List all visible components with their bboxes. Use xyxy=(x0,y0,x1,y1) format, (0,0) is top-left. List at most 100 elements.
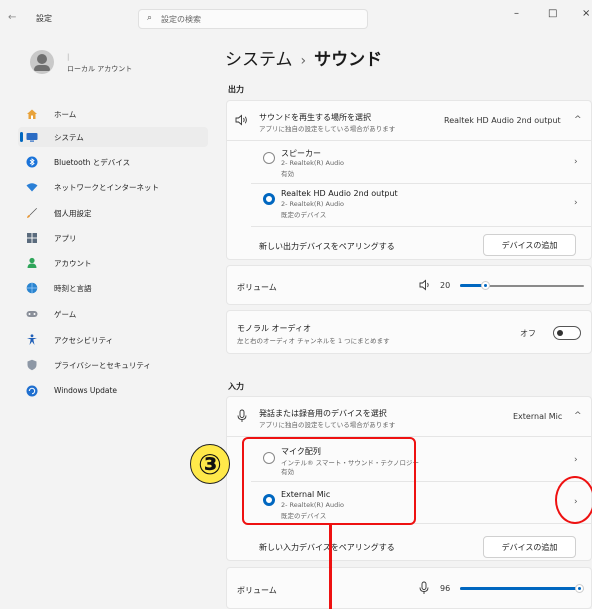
input-section-label: 入力 xyxy=(228,382,244,391)
mono-audio-state: オフ xyxy=(520,329,536,338)
pair-input-label: 新しい入力デバイスをペアリングする xyxy=(259,543,395,552)
profile-name: ローカル アカウント xyxy=(67,65,133,73)
maximize-button[interactable]: □ xyxy=(548,8,557,19)
search-placeholder[interactable]: 設定の検索 xyxy=(161,14,201,25)
mono-audio-card: モノラル オーディオ 左と右のオーディオ チャンネルを 1 つにまとめます オフ xyxy=(226,310,592,354)
sidebar-item-label: アプリ xyxy=(54,234,77,243)
account-icon xyxy=(26,257,38,269)
sidebar-item-bluetooth[interactable]: Bluetooth とデバイス xyxy=(18,152,208,172)
shield-icon xyxy=(26,359,38,371)
mono-audio-title: モノラル オーディオ xyxy=(237,324,311,333)
breadcrumb-separator: › xyxy=(300,53,307,69)
add-input-device-button[interactable]: デバイスの追加 xyxy=(483,536,576,558)
volume-label: ボリューム xyxy=(237,283,277,292)
output-selected-device: Realtek HD Audio 2nd output xyxy=(444,116,561,125)
page-title: サウンド xyxy=(314,50,383,70)
back-arrow-icon[interactable]: ← xyxy=(8,12,16,23)
output-section-label: 出力 xyxy=(228,85,244,94)
sidebar-item-label: プライバシーとセキュリティ xyxy=(54,361,151,370)
input-selected-device: External Mic xyxy=(513,412,563,421)
device-name: Realtek HD Audio 2nd output xyxy=(281,189,398,198)
sidebar-item-label: Windows Update xyxy=(54,386,118,395)
sidebar-item-system[interactable]: システム xyxy=(18,127,208,147)
search-icon: ⌕ xyxy=(147,13,153,23)
output-select-subtitle: アプリに独自の設定をしている場合があります xyxy=(259,125,396,133)
input-volume-thumb[interactable] xyxy=(575,584,584,593)
radio-button[interactable] xyxy=(263,152,275,164)
device-status: 有効 xyxy=(281,170,294,178)
sidebar-item-apps[interactable]: アプリ xyxy=(18,228,208,248)
search-box[interactable]: ⌕ 設定の検索 xyxy=(138,9,368,29)
device-driver: 2- Realtek(R) Audio xyxy=(281,200,345,208)
brush-icon xyxy=(26,207,38,219)
input-select-title: 発話または録音用のデバイスを選択 xyxy=(259,409,387,418)
chevron-right-icon[interactable]: › xyxy=(574,157,578,167)
device-driver: 2- Realtek(R) Audio xyxy=(281,159,345,167)
close-button[interactable]: × xyxy=(582,8,590,19)
home-icon xyxy=(26,108,38,120)
radio-button-selected[interactable] xyxy=(263,193,275,205)
device-name: スピーカー xyxy=(281,149,321,158)
mono-audio-subtitle: 左と右のオーディオ チャンネルを 1 つにまとめます xyxy=(237,337,390,345)
breadcrumb-parent[interactable]: システム xyxy=(225,50,293,70)
sidebar-item-label: システム xyxy=(54,133,84,142)
sidebar-item-label: ネットワークとインターネット xyxy=(54,183,159,192)
output-select-title: サウンドを再生する場所を選択 xyxy=(259,113,371,122)
add-output-device-button[interactable]: デバイスの追加 xyxy=(483,234,576,256)
output-volume-card: ボリューム 20 xyxy=(226,265,592,305)
output-volume-thumb[interactable] xyxy=(481,281,490,290)
output-volume-value: 20 xyxy=(440,281,451,290)
sidebar-item-label: ホーム xyxy=(54,110,77,119)
sidebar-item-privacy[interactable]: プライバシーとセキュリティ xyxy=(18,355,208,375)
device-status: 既定のデバイス xyxy=(281,211,327,219)
sidebar-item-accounts[interactable]: アカウント xyxy=(18,253,208,273)
display-icon xyxy=(26,131,38,143)
chevron-right-icon[interactable]: › xyxy=(574,198,578,208)
output-device-row[interactable]: スピーカー 2- Realtek(R) Audio 有効 › xyxy=(227,141,591,183)
annotation-highlight-box xyxy=(242,437,416,525)
chevron-right-icon[interactable]: › xyxy=(574,455,578,465)
sidebar-item-label: アカウント xyxy=(54,259,92,268)
sidebar-item-personalization[interactable]: 個人用設定 xyxy=(18,203,208,223)
sidebar-item-network[interactable]: ネットワークとインターネット xyxy=(18,177,208,197)
microphone-icon[interactable] xyxy=(419,581,429,598)
sidebar-item-label: アクセシビリティ xyxy=(54,336,114,345)
update-icon xyxy=(26,385,38,397)
divider xyxy=(251,226,591,227)
bluetooth-icon xyxy=(26,156,38,168)
input-volume-value: 96 xyxy=(440,584,451,593)
profile-separator: | xyxy=(67,53,70,61)
sidebar-item-label: Bluetooth とデバイス xyxy=(54,158,131,167)
input-volume-fill xyxy=(460,587,579,590)
minimize-button[interactable]: – xyxy=(514,8,519,19)
sidebar-item-accessibility[interactable]: アクセシビリティ xyxy=(18,330,208,350)
avatar[interactable] xyxy=(30,50,54,74)
sidebar-item-home[interactable]: ホーム xyxy=(18,104,208,124)
pair-output-label: 新しい出力デバイスをペアリングする xyxy=(259,242,395,251)
sidebar-item-gaming[interactable]: ゲーム xyxy=(18,304,208,324)
gamepad-icon xyxy=(26,308,38,320)
sidebar-item-label: 個人用設定 xyxy=(54,209,92,218)
globe-clock-icon xyxy=(26,282,38,294)
collapse-chevron-icon[interactable]: ^ xyxy=(574,411,582,421)
input-volume-card: ボリューム 96 xyxy=(226,567,592,609)
microphone-icon xyxy=(237,409,247,426)
app-title: 設定 xyxy=(36,14,52,23)
annotation-step-badge: ③ xyxy=(190,444,230,484)
sidebar-item-label: ゲーム xyxy=(54,310,77,319)
speaker-icon[interactable] xyxy=(419,279,431,294)
volume-label: ボリューム xyxy=(237,586,277,595)
breadcrumb: システム › サウンド xyxy=(225,45,382,70)
sidebar-item-label: 時刻と言語 xyxy=(54,284,92,293)
wifi-icon xyxy=(26,181,38,193)
sidebar-item-time-language[interactable]: 時刻と言語 xyxy=(18,278,208,298)
apps-icon xyxy=(26,232,38,244)
output-device-row[interactable]: Realtek HD Audio 2nd output 2- Realtek(R… xyxy=(227,184,591,226)
input-select-subtitle: アプリに独自の設定をしている場合があります xyxy=(259,421,396,429)
annotation-highlight-circle xyxy=(555,476,592,524)
speaker-icon xyxy=(235,114,249,129)
collapse-chevron-icon[interactable]: ^ xyxy=(574,115,582,125)
sidebar-item-windows-update[interactable]: Windows Update xyxy=(18,381,208,401)
title-bar: ← 設定 ⌕ 設定の検索 – □ × xyxy=(0,0,592,36)
mono-audio-toggle[interactable] xyxy=(553,326,581,340)
